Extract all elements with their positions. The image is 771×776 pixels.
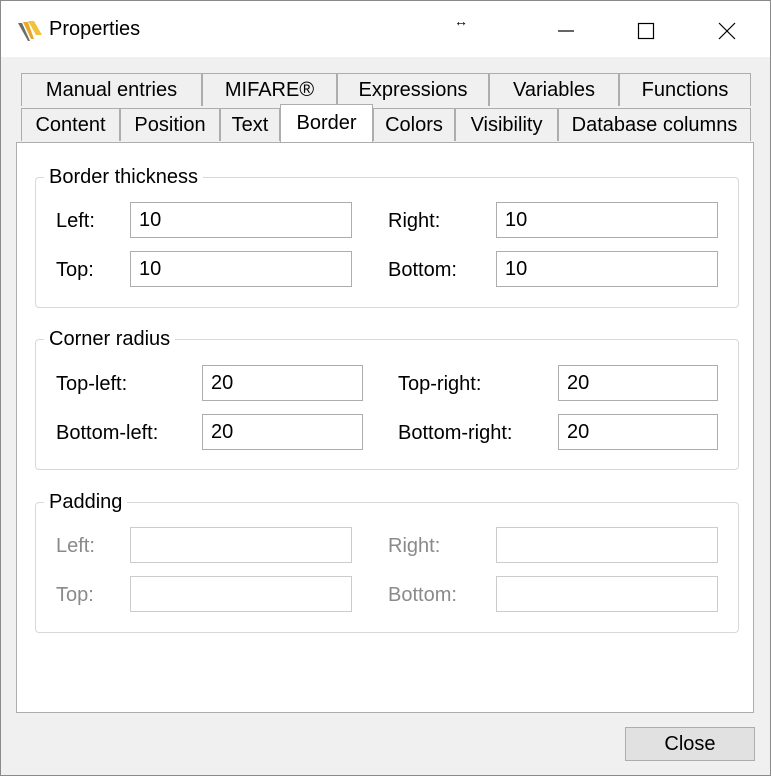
resize-arrows-icon: ↔ — [454, 13, 468, 29]
tab-content[interactable]: Content — [21, 108, 120, 141]
bottom-label: Bottom: — [388, 259, 457, 281]
bottom-label: Bottom: — [388, 584, 457, 606]
padding-right-input[interactable] — [496, 527, 718, 563]
group-title: Padding — [44, 489, 128, 515]
padding-left-input[interactable] — [130, 527, 352, 563]
radius-top-right-input[interactable] — [558, 365, 718, 401]
app-icon — [18, 21, 42, 41]
radius-bottom-left-input[interactable] — [202, 414, 363, 450]
tab-expressions[interactable]: Expressions — [337, 73, 489, 106]
right-label: Right: — [388, 210, 441, 232]
border-thickness-group: Border thickness Left: Right: Top: Botto… — [35, 164, 739, 308]
top-left-label: Top-left: — [56, 373, 128, 395]
border-bottom-input[interactable] — [496, 251, 718, 287]
padding-bottom-input[interactable] — [496, 576, 718, 612]
bottom-left-label: Bottom-left: — [56, 422, 159, 444]
tab-border[interactable]: Border — [280, 104, 373, 142]
left-label: Left: — [56, 535, 95, 557]
bottom-right-label: Bottom-right: — [398, 422, 513, 444]
border-left-input[interactable] — [130, 202, 352, 238]
title-bar[interactable]: Properties ↔ — [1, 1, 770, 57]
radius-top-left-input[interactable] — [202, 365, 363, 401]
minimize-icon[interactable] — [546, 11, 586, 51]
top-label: Top: — [56, 584, 94, 606]
border-right-input[interactable] — [496, 202, 718, 238]
tab-variables[interactable]: Variables — [489, 73, 619, 106]
tab-panel-border: Border thickness Left: Right: Top: Botto… — [16, 142, 754, 713]
top-right-label: Top-right: — [398, 373, 482, 395]
group-title: Border thickness — [44, 164, 203, 190]
tab-colors[interactable]: Colors — [373, 108, 455, 141]
border-top-input[interactable] — [130, 251, 352, 287]
tab-text[interactable]: Text — [220, 108, 280, 141]
left-label: Left: — [56, 210, 95, 232]
corner-radius-group: Corner radius Top-left: Top-right: Botto… — [35, 326, 739, 470]
tab-manual-entries[interactable]: Manual entries — [21, 73, 202, 106]
tab-mifare[interactable]: MIFARE® — [202, 73, 337, 106]
tab-database-columns[interactable]: Database columns — [558, 108, 751, 141]
group-title: Corner radius — [44, 326, 176, 352]
close-icon[interactable] — [707, 11, 747, 51]
tab-visibility[interactable]: Visibility — [455, 108, 558, 141]
tab-position[interactable]: Position — [120, 108, 220, 141]
tab-functions[interactable]: Functions — [619, 73, 751, 106]
close-button[interactable]: Close — [625, 727, 755, 761]
padding-top-input[interactable] — [130, 576, 352, 612]
window-title: Properties — [49, 18, 141, 40]
maximize-icon[interactable] — [626, 11, 666, 51]
right-label: Right: — [388, 535, 441, 557]
padding-group: Padding Left: Right: Top: Bottom: — [35, 489, 739, 633]
properties-dialog: Properties ↔ Manual entries MIFARE® Expr… — [0, 0, 771, 776]
radius-bottom-right-input[interactable] — [558, 414, 718, 450]
top-label: Top: — [56, 259, 94, 281]
